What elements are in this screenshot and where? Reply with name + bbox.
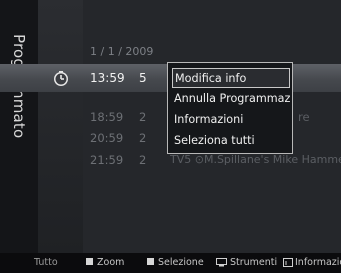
strumenti-label: Strumenti bbox=[230, 257, 278, 268]
row-time: 21:59 bbox=[90, 153, 124, 167]
clock-icon bbox=[54, 71, 68, 86]
zoom-button[interactable]: Zoom bbox=[86, 257, 124, 268]
zoom-label: Zoom bbox=[97, 257, 125, 268]
context-menu: Modifica info Annulla Programmazioni Inf… bbox=[167, 62, 293, 154]
bottom-bar: Tutto Zoom Selezione Strumenti Informazi… bbox=[0, 253, 341, 273]
menu-item-informazioni[interactable]: Informazioni bbox=[172, 110, 290, 130]
row-program: re bbox=[298, 110, 310, 124]
row-time: 18:59 bbox=[90, 110, 124, 124]
selezione-label: Selezione bbox=[158, 257, 204, 268]
zoom-key-icon bbox=[86, 258, 93, 265]
menu-item-modifica-info[interactable]: Modifica info bbox=[172, 68, 290, 88]
tools-icon bbox=[216, 258, 227, 267]
row-program: TV5 ⊙M.Spillane's Mike Hamme bbox=[170, 153, 341, 166]
row-channel: 2 bbox=[139, 153, 147, 167]
informazioni-button[interactable]: Informazioni bbox=[283, 257, 341, 268]
row-time: 20:59 bbox=[90, 131, 124, 145]
row-channel: 2 bbox=[139, 131, 147, 145]
strumenti-button[interactable]: Strumenti bbox=[216, 257, 277, 268]
icon-column bbox=[38, 0, 107, 253]
selezione-key-icon bbox=[147, 258, 154, 265]
menu-item-seleziona-tutti[interactable]: Seleziona tutti bbox=[172, 131, 290, 151]
left-panel: Programmato bbox=[0, 0, 38, 253]
info-icon bbox=[283, 258, 293, 267]
selezione-button[interactable]: Selezione bbox=[147, 257, 204, 268]
row-channel: 2 bbox=[139, 110, 147, 124]
menu-item-annulla-programmazioni[interactable]: Annulla Programmazioni bbox=[172, 89, 290, 109]
selected-time: 13:59 bbox=[90, 71, 125, 85]
date-label: 1 / 1 / 2009 bbox=[90, 45, 154, 58]
tutto-label: Tutto bbox=[34, 257, 58, 268]
screen: Programmato 1 / 1 / 2009 13:59 5 18:59 2… bbox=[0, 0, 341, 273]
informazioni-label: Informazioni bbox=[295, 257, 341, 268]
selected-channel: 5 bbox=[139, 71, 147, 85]
